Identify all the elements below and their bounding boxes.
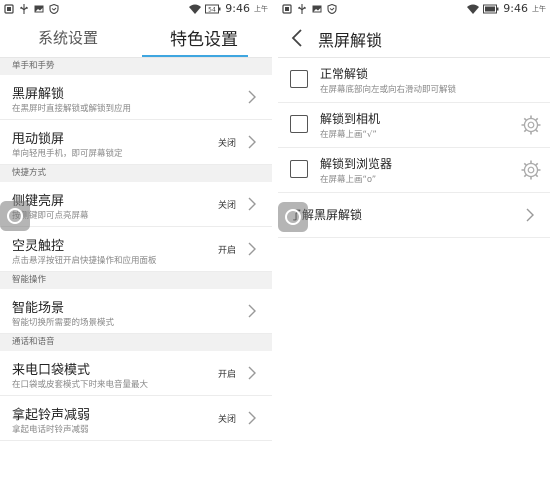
settings-panel: 54 9:46 上午 系统设置 特色设置 单手和手势 黑屏解锁 在黑屏时直接解锁… — [0, 0, 272, 480]
battery-icon: 54 — [205, 4, 221, 13]
setting-value: 开启 — [217, 370, 236, 380]
setting-row-side-key-wake[interactable]: 侧键亮屏 按侧键即可点亮屏幕 关闭 — [0, 182, 272, 227]
notification-icon — [282, 4, 292, 14]
setting-subtitle: 点击悬浮按钮开启快捷操作和应用面板 — [12, 256, 157, 266]
wifi-icon — [189, 4, 202, 14]
gear-icon[interactable] — [520, 159, 542, 181]
clock-suffix: 上午 — [532, 4, 546, 13]
section-header: 快捷方式 — [0, 165, 272, 182]
floating-ball-icon — [7, 208, 23, 224]
setting-title: 智能场景 — [12, 301, 65, 316]
wifi-icon — [467, 4, 480, 14]
setting-title: 甩动锁屏 — [12, 132, 65, 147]
section-header: 智能操作 — [0, 272, 272, 289]
setting-row-pickup-quiet[interactable]: 拿起铃声减弱 拿起电话时铃声减弱 关闭 — [0, 396, 272, 441]
option-checkbox[interactable] — [290, 70, 308, 88]
chevron-right-icon — [526, 208, 534, 222]
setting-subtitle: 在黑屏时直接解锁或解锁到应用 — [12, 104, 132, 114]
setting-title: 空灵触控 — [12, 239, 65, 254]
option-subtitle: 在屏幕上画“√” — [320, 130, 377, 140]
clock-suffix: 上午 — [254, 4, 268, 13]
setting-subtitle: 单向轻甩手机，即可屏幕锁定 — [12, 149, 123, 159]
tab-featured-settings[interactable]: 特色设置 — [136, 25, 272, 50]
option-subtitle: 在屏幕上画“o” — [320, 175, 377, 185]
chevron-right-icon — [248, 304, 256, 318]
unlock-option-browser[interactable]: 解锁到浏览器 在屏幕上画“o” — [278, 148, 550, 193]
setting-title: 拿起铃声减弱 — [12, 408, 91, 423]
floating-ball-icon — [285, 209, 301, 225]
settings-tabs: 系统设置 特色设置 — [0, 18, 272, 58]
usb-icon — [20, 4, 28, 14]
black-screen-unlock-panel: 9:46 上午 黑屏解锁 正常解锁 在屏幕底部向左或向右滑动即可解锁 解锁到相机… — [278, 0, 550, 480]
unlock-option-camera[interactable]: 解锁到相机 在屏幕上画“√” — [278, 103, 550, 148]
active-tab-indicator — [142, 55, 248, 57]
setting-value: 关闭 — [217, 415, 236, 425]
battery-icon — [483, 4, 499, 13]
section-header: 通话和语音 — [0, 334, 272, 351]
floating-assist-button[interactable] — [278, 202, 308, 232]
notification-icon — [4, 4, 14, 14]
option-checkbox[interactable] — [290, 115, 308, 133]
chevron-right-icon — [248, 242, 256, 256]
setting-subtitle: 在口袋或皮套模式下时来电音量最大 — [12, 380, 149, 390]
setting-row-black-screen-unlock[interactable]: 黑屏解锁 在黑屏时直接解锁或解锁到应用 — [0, 75, 272, 120]
clock: 9:46 — [503, 2, 528, 15]
setting-subtitle: 智能切换所需要的场景模式 — [12, 318, 115, 328]
chevron-right-icon — [248, 197, 256, 211]
setting-value: 关闭 — [217, 201, 236, 211]
setting-subtitle: 拿起电话时铃声减弱 — [12, 425, 89, 435]
setting-row-smart-scene[interactable]: 智能场景 智能切换所需要的场景模式 — [0, 289, 272, 334]
chevron-right-icon — [248, 366, 256, 380]
setting-title: 黑屏解锁 — [12, 87, 65, 102]
option-title: 解锁到相机 — [320, 112, 381, 126]
chevron-right-icon — [248, 411, 256, 425]
shield-icon — [327, 4, 337, 14]
unlock-option-normal[interactable]: 正常解锁 在屏幕底部向左或向右滑动即可解锁 — [278, 58, 550, 103]
gear-icon[interactable] — [520, 114, 542, 136]
status-bar: 54 9:46 上午 — [0, 0, 272, 18]
usb-icon — [298, 4, 306, 14]
setting-row-shake-lock[interactable]: 甩动锁屏 单向轻甩手机，即可屏幕锁定 关闭 — [0, 120, 272, 165]
option-title: 解锁到浏览器 — [320, 157, 393, 171]
learn-more-row[interactable]: 了解黑屏解锁 — [278, 193, 550, 238]
page-title: 黑屏解锁 — [318, 31, 383, 50]
floating-assist-button[interactable] — [0, 201, 30, 231]
setting-row-pocket-mode[interactable]: 来电口袋模式 在口袋或皮套模式下时来电音量最大 开启 — [0, 351, 272, 396]
option-subtitle: 在屏幕底部向左或向右滑动即可解锁 — [320, 85, 457, 95]
back-arrow-icon[interactable] — [290, 28, 304, 48]
setting-row-air-touch[interactable]: 空灵触控 点击悬浮按钮开启快捷操作和应用面板 开启 — [0, 227, 272, 272]
setting-value: 开启 — [217, 246, 236, 256]
status-bar: 9:46 上午 — [278, 0, 550, 18]
page-header: 黑屏解锁 — [278, 18, 550, 58]
svg-text:54: 54 — [208, 6, 216, 13]
chevron-right-icon — [248, 135, 256, 149]
image-icon — [34, 5, 44, 13]
option-title: 正常解锁 — [320, 67, 369, 81]
shield-icon — [49, 4, 59, 14]
section-header: 单手和手势 — [0, 58, 272, 75]
option-checkbox[interactable] — [290, 160, 308, 178]
setting-title: 来电口袋模式 — [12, 363, 91, 378]
chevron-right-icon — [248, 90, 256, 104]
clock: 9:46 — [225, 2, 250, 15]
setting-value: 关闭 — [217, 139, 236, 149]
image-icon — [312, 5, 322, 13]
tab-system-settings[interactable]: 系统设置 — [0, 27, 136, 48]
